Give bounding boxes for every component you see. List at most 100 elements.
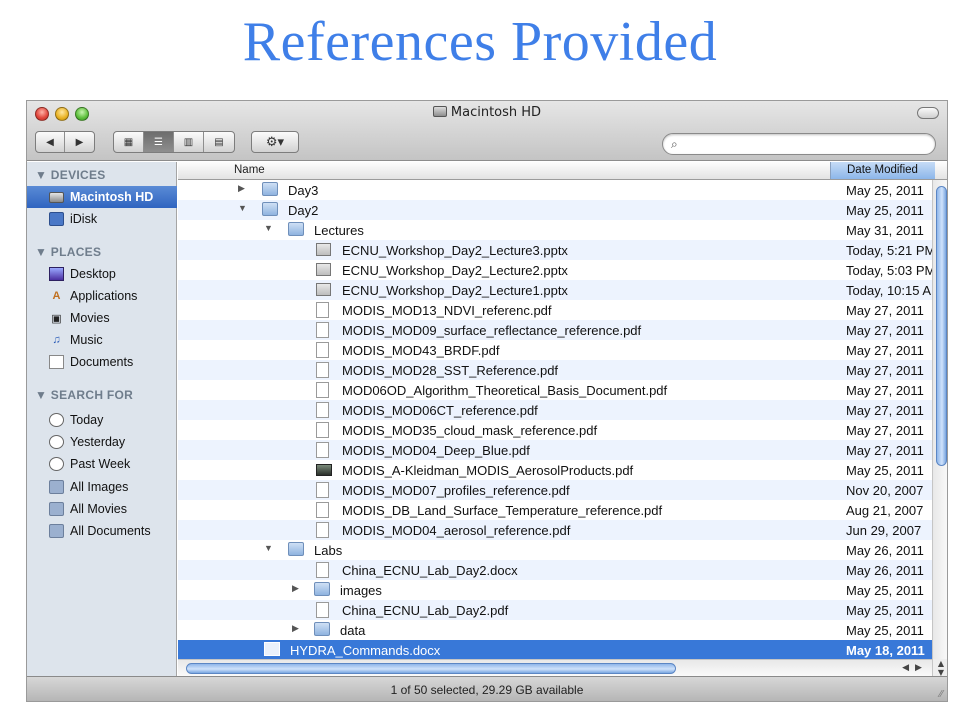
- disclosure-expanded-icon[interactable]: ▼: [264, 543, 274, 553]
- file-name: MODIS_A-Kleidman_MODIS_AerosolProducts.p…: [342, 463, 634, 478]
- sidebar-item-movies[interactable]: ▣ Movies: [27, 307, 177, 329]
- folder-row[interactable]: ▶ data May 25, 2011: [178, 620, 932, 640]
- pdf-icon: [316, 402, 329, 418]
- forward-button[interactable]: ▶: [65, 132, 94, 152]
- sidebar-header-search-for[interactable]: ▼ SEARCH FOR: [35, 388, 133, 402]
- file-name: ECNU_Workshop_Day2_Lecture1.pptx: [342, 283, 568, 298]
- file-name: Lectures: [314, 223, 364, 238]
- sidebar-item-all-movies[interactable]: All Movies: [27, 498, 177, 520]
- disclosure-collapsed-icon[interactable]: ▶: [292, 583, 302, 594]
- file-date-modified: May 27, 2011: [846, 443, 924, 458]
- file-date-modified: May 18, 2011: [846, 643, 925, 658]
- pdf-icon: [316, 522, 329, 538]
- file-date-modified: May 26, 2011: [846, 563, 924, 578]
- sidebar-item-label: Music: [70, 333, 103, 347]
- file-row[interactable]: China_ECNU_Lab_Day2.pdf May 25, 2011: [178, 600, 932, 620]
- back-button[interactable]: ◀: [36, 132, 65, 152]
- file-row[interactable]: ECNU_Workshop_Day2_Lecture1.pptx Today, 1…: [178, 280, 932, 300]
- file-date-modified: May 27, 2011: [846, 363, 924, 378]
- sidebar-item-all-images[interactable]: All Images: [27, 476, 177, 498]
- file-row[interactable]: ECNU_Workshop_Day2_Lecture2.pptx Today, 5…: [178, 260, 932, 280]
- file-date-modified: Aug 21, 2007: [846, 503, 924, 518]
- clock-icon: [49, 435, 64, 449]
- disclosure-collapsed-icon[interactable]: ▶: [238, 183, 248, 194]
- file-date-modified: Nov 20, 2007: [846, 483, 924, 498]
- sidebar-item-macintosh-hd[interactable]: Macintosh HD: [27, 186, 177, 208]
- sidebar-item-label: All Images: [70, 480, 129, 494]
- sidebar-item-yesterday[interactable]: Yesterday: [27, 431, 177, 453]
- disclosure-expanded-icon[interactable]: ▼: [238, 203, 248, 213]
- applications-icon: A: [52, 290, 61, 302]
- search-field[interactable]: ⌕: [662, 133, 936, 155]
- file-row[interactable]: MODIS_MOD35_cloud_mask_reference.pdf May …: [178, 420, 932, 440]
- pptx-icon: [316, 243, 331, 256]
- file-name: MODIS_MOD06CT_reference.pdf: [342, 403, 538, 418]
- resize-grip-icon[interactable]: ⁄⁄: [940, 689, 943, 700]
- toolbar-toggle-button[interactable]: [917, 107, 939, 119]
- vertical-scrollbar[interactable]: [932, 180, 947, 659]
- file-row[interactable]: MODIS_DB_Land_Surface_Temperature_refere…: [178, 500, 932, 520]
- file-row[interactable]: ECNU_Workshop_Day2_Lecture3.pptx Today, 5…: [178, 240, 932, 260]
- vertical-scroll-thumb[interactable]: [936, 186, 947, 466]
- folder-row[interactable]: ▶ images May 25, 2011: [178, 580, 932, 600]
- file-row[interactable]: MODIS_MOD04_aerosol_reference.pdf Jun 29,…: [178, 520, 932, 540]
- file-date-modified: May 31, 2011: [846, 223, 924, 238]
- sidebar-item-label: Documents: [70, 355, 134, 369]
- action-gear-button[interactable]: ⚙▾: [252, 132, 298, 152]
- window-title: Macintosh HD: [27, 105, 947, 120]
- file-row[interactable]: MODIS_A-Kleidman_MODIS_AerosolProducts.p…: [178, 460, 932, 480]
- file-row[interactable]: MODIS_MOD43_BRDF.pdf May 27, 2011: [178, 340, 932, 360]
- folder-row[interactable]: ▼ Lectures May 31, 2011: [178, 220, 932, 240]
- file-row[interactable]: MOD06OD_Algorithm_Theoretical_Basis_Docu…: [178, 380, 932, 400]
- file-row[interactable]: MODIS_MOD09_surface_reflectance_referenc…: [178, 320, 932, 340]
- sidebar-item-all-documents[interactable]: All Documents: [27, 520, 177, 542]
- folder-row[interactable]: ▼ Day2 May 25, 2011: [178, 200, 932, 220]
- cover-flow-button[interactable]: ▤: [204, 132, 234, 152]
- file-row[interactable]: MODIS_MOD07_profiles_reference.pdf Nov 20…: [178, 480, 932, 500]
- column-header-date-modified[interactable]: Date Modified: [830, 162, 935, 179]
- file-date-modified: May 25, 2011: [846, 183, 924, 198]
- folder-row[interactable]: ▼ Labs May 26, 2011: [178, 540, 932, 560]
- scroll-corner: ▲ ▼: [932, 659, 947, 677]
- file-name: MOD06OD_Algorithm_Theoretical_Basis_Docu…: [342, 383, 668, 398]
- docx-icon: [264, 642, 280, 656]
- window-title-label: Macintosh HD: [450, 105, 542, 120]
- folder-icon: [262, 202, 278, 216]
- file-name: ECNU_Workshop_Day2_Lecture2.pptx: [342, 263, 568, 278]
- scroll-left-arrow[interactable]: ◀: [902, 663, 909, 673]
- sidebar-header-devices[interactable]: ▼ DEVICES: [35, 168, 106, 182]
- sidebar-item-label: Applications: [70, 289, 138, 303]
- sidebar-item-label: All Movies: [70, 502, 127, 516]
- horizontal-scrollbar[interactable]: [178, 659, 932, 676]
- file-row[interactable]: China_ECNU_Lab_Day2.docx May 26, 2011: [178, 560, 932, 580]
- file-row[interactable]: MODIS_MOD04_Deep_Blue.pdf May 27, 2011: [178, 440, 932, 460]
- documents-icon: [49, 355, 64, 369]
- file-row[interactable]: MODIS_MOD13_NDVI_referenc.pdf May 27, 201…: [178, 300, 932, 320]
- sidebar-item-applications[interactable]: A Applications: [27, 285, 177, 307]
- horizontal-scroll-thumb[interactable]: [186, 663, 676, 674]
- sidebar-item-documents[interactable]: Documents: [27, 351, 177, 373]
- file-name: Day2: [288, 203, 319, 218]
- pdf-icon: [316, 602, 329, 618]
- sidebar-item-idisk[interactable]: iDisk: [27, 208, 177, 230]
- sidebar-header-places[interactable]: ▼ PLACES: [35, 245, 101, 259]
- disclosure-collapsed-icon[interactable]: ▶: [292, 623, 302, 634]
- column-header-name[interactable]: Name: [234, 164, 265, 176]
- file-name: MODIS_MOD35_cloud_mask_reference.pdf: [342, 423, 598, 438]
- file-name: Labs: [314, 543, 343, 558]
- sidebar-item-desktop[interactable]: Desktop: [27, 263, 177, 285]
- file-row[interactable]: MODIS_MOD28_SST_Reference.pdf May 27, 201…: [178, 360, 932, 380]
- icon-view-button[interactable]: ▦: [114, 132, 144, 152]
- file-row[interactable]: MODIS_MOD06CT_reference.pdf May 27, 2011: [178, 400, 932, 420]
- sidebar-item-today[interactable]: Today: [27, 409, 177, 431]
- column-view-button[interactable]: ▥: [174, 132, 204, 152]
- movies-icon: ▣: [51, 312, 62, 325]
- sidebar-item-music[interactable]: ♫ Music: [27, 329, 177, 351]
- column-header: Name Date Modified: [178, 162, 947, 180]
- sidebar-item-past-week[interactable]: Past Week: [27, 453, 177, 475]
- disclosure-expanded-icon[interactable]: ▼: [264, 223, 274, 233]
- list-view-button[interactable]: ☰: [144, 132, 174, 152]
- folder-row[interactable]: ▶ Day3 May 25, 2011: [178, 180, 932, 200]
- file-row[interactable]: HYDRA_Commands.docx May 18, 2011: [178, 640, 932, 660]
- scroll-right-arrow[interactable]: ▶: [915, 663, 922, 673]
